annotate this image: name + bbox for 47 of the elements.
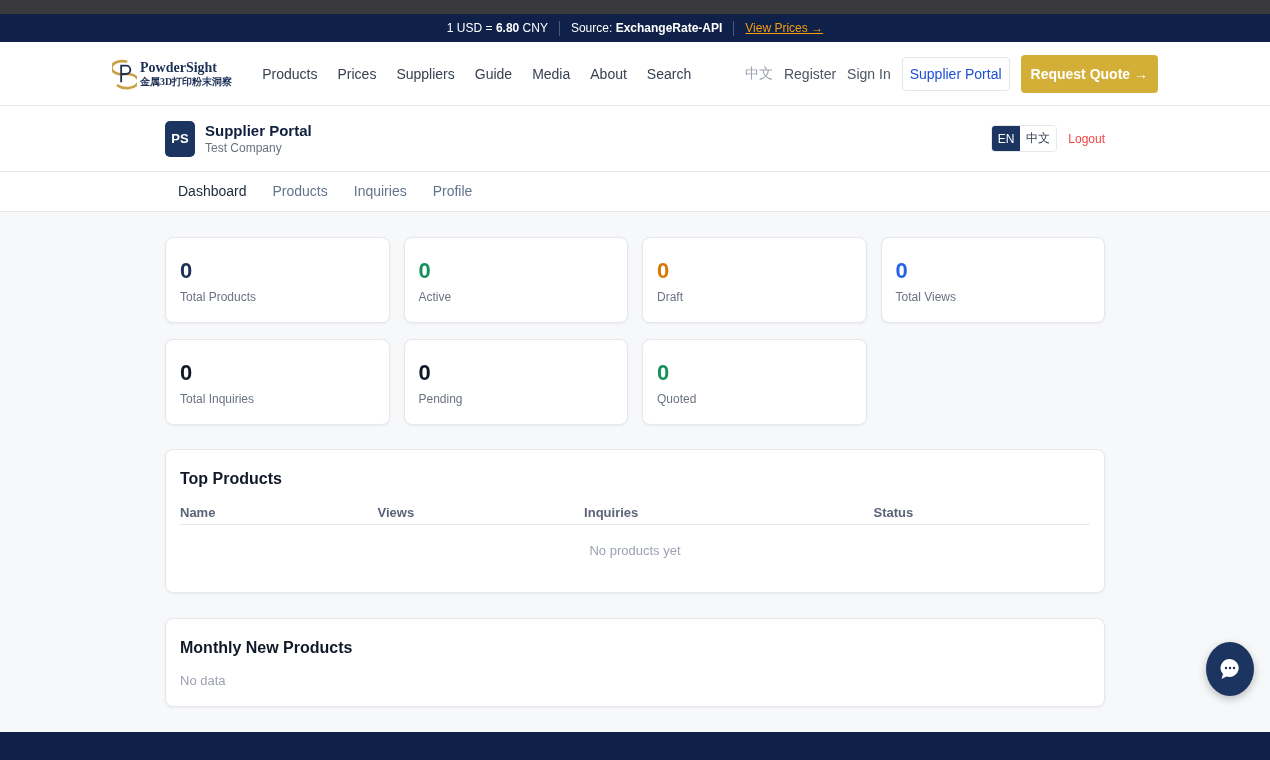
nav-link[interactable]: Suppliers — [396, 65, 455, 82]
stat-label: Draft — [657, 290, 683, 305]
exchange-rate-text: 1 USD = 6.80 CNY — [446, 21, 548, 35]
stat-value: 0 — [895, 258, 908, 284]
column-header: Status — [873, 504, 914, 522]
portal-tab[interactable]: Dashboard — [165, 172, 260, 211]
nav-link[interactable]: Guide — [474, 65, 513, 82]
nav-link[interactable]: About — [590, 65, 627, 82]
stat-label: Quoted — [657, 392, 697, 407]
stat-value: 0 — [418, 360, 431, 386]
stat-label: Active — [418, 290, 452, 305]
nav-link[interactable]: Search — [646, 65, 692, 82]
nav-link[interactable]: Prices — [337, 65, 377, 82]
nav-link[interactable]: Media — [532, 65, 571, 82]
company-avatar: PS — [165, 120, 195, 157]
portal-tab[interactable]: Profile — [419, 172, 486, 211]
empty-message: No products yet — [589, 542, 681, 560]
sign-in-link[interactable]: Sign In — [847, 65, 891, 82]
stat-value: 0 — [657, 258, 670, 284]
portal-tab[interactable]: Products — [259, 172, 341, 211]
nav-link[interactable]: Products — [262, 65, 318, 82]
column-header: Name — [180, 504, 216, 522]
view-prices-link[interactable]: View Prices → — [745, 21, 824, 35]
stat-label: Pending — [418, 392, 463, 407]
logout-link[interactable]: Logout — [1068, 131, 1105, 146]
stat-value: 0 — [180, 360, 193, 386]
column-header: Views — [377, 504, 415, 522]
company-name: Test Company — [205, 140, 283, 156]
stat-value: 0 — [657, 360, 670, 386]
register-link[interactable]: Register — [783, 65, 837, 82]
stat-label: Total Products — [180, 290, 257, 305]
stat-label: Total Inquiries — [180, 392, 255, 407]
rate-source-text: Source: ExchangeRate-API — [570, 21, 723, 35]
empty-message: No data — [180, 672, 226, 690]
column-header: Inquiries — [584, 504, 639, 522]
language-option[interactable]: EN — [991, 126, 1021, 151]
logo-tagline: 金属3D打印粉末洞察 — [140, 75, 233, 88]
logo-wordmark[interactable]: PowderSight — [140, 59, 233, 76]
section-title: Monthly New Products — [180, 638, 353, 658]
stat-value: 0 — [418, 258, 431, 284]
portal-title: Supplier Portal — [205, 121, 312, 140]
stat-label: Total Views — [895, 290, 956, 305]
portal-tab[interactable]: Inquiries — [340, 172, 420, 211]
supplier-portal-button[interactable]: Supplier Portal — [901, 56, 1010, 91]
chat-bubble-icon — [1219, 658, 1241, 680]
stat-value: 0 — [180, 258, 193, 284]
section-title: Top Products — [180, 469, 282, 489]
